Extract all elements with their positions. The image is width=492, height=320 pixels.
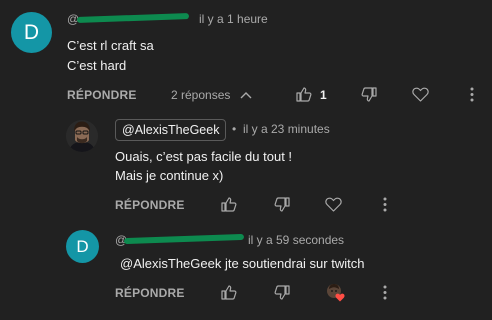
replies-toggle[interactable]: 2 réponses xyxy=(171,88,252,102)
mention-link[interactable]: @AlexisTheGeek xyxy=(120,256,221,271)
more-options-icon[interactable] xyxy=(383,285,387,300)
reply-timestamp[interactable]: il y a 59 secondes xyxy=(248,233,344,247)
comment-timestamp[interactable]: il y a 1 heure xyxy=(199,12,268,26)
thumbs-down-icon[interactable] xyxy=(361,87,377,102)
heart-icon xyxy=(335,293,345,302)
separator-dot: • xyxy=(232,122,237,136)
reply-text-line-2: Mais je continue x) xyxy=(115,168,224,183)
avatar[interactable] xyxy=(66,120,98,152)
avatar[interactable]: D xyxy=(66,230,99,263)
reply-timestamp[interactable]: il y a 23 minutes xyxy=(243,122,330,136)
more-options-icon[interactable] xyxy=(383,197,387,212)
chevron-up-icon xyxy=(240,92,252,99)
thumbs-up-icon[interactable] xyxy=(221,197,237,212)
heart-icon[interactable] xyxy=(325,197,342,212)
redacted-username xyxy=(76,13,190,23)
reply-button[interactable]: RÉPONDRE xyxy=(67,88,137,102)
avatar-letter: D xyxy=(23,20,40,44)
thumbs-down-icon[interactable] xyxy=(274,285,290,300)
replies-count-label: 2 réponses xyxy=(171,88,231,102)
comment-text-line-1: C’est rl craft sa xyxy=(67,38,154,53)
like-count: 1 xyxy=(320,88,327,102)
creator-heart-badge[interactable] xyxy=(326,283,346,303)
reply-button[interactable]: RÉPONDRE xyxy=(115,198,185,212)
profile-photo-icon xyxy=(66,120,98,152)
reply-button[interactable]: RÉPONDRE xyxy=(115,286,185,300)
avatar-letter: D xyxy=(76,236,89,256)
heart-icon[interactable] xyxy=(412,87,429,102)
redacted-username xyxy=(123,233,245,245)
author-chip[interactable]: @AlexisTheGeek xyxy=(115,119,227,141)
more-options-icon[interactable] xyxy=(470,87,474,102)
thumbs-up-icon[interactable] xyxy=(296,87,312,102)
thumbs-up-icon[interactable] xyxy=(221,285,237,300)
reply-text: jte soutiendrai sur twitch xyxy=(225,256,365,271)
avatar[interactable]: D xyxy=(11,12,52,53)
thumbs-down-icon[interactable] xyxy=(274,197,290,212)
reply-text-line-1: Ouais, c’est pas facile du tout ! xyxy=(115,149,293,164)
comment-text-line-2: C’est hard xyxy=(67,58,127,73)
